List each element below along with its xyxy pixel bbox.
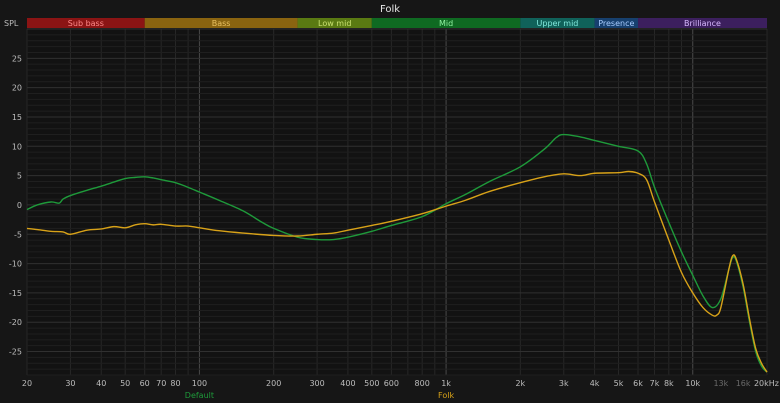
band-label-brilliance: Brilliance (684, 19, 721, 28)
y-tick-label: -20 (9, 318, 22, 327)
x-tick-label: 2k (515, 379, 525, 388)
y-tick-label: -5 (14, 230, 22, 239)
x-tick-label: 16k (736, 379, 751, 388)
chart-title: Folk (380, 4, 400, 15)
y-tick-label: -10 (9, 260, 22, 269)
x-tick-label: 500 (364, 379, 379, 388)
band-label-low-mid: Low mid (318, 19, 351, 28)
y-tick-label: 25 (12, 54, 22, 63)
y-tick-label: 20 (12, 84, 22, 93)
y-tick-label: 5 (17, 172, 22, 181)
x-tick-label: 300 (309, 379, 324, 388)
x-tick-label: 200 (266, 379, 281, 388)
x-tick-label: 5k (614, 379, 624, 388)
x-tick-label: 13k (713, 379, 728, 388)
x-tick-label: 100 (192, 379, 207, 388)
x-tick-label: 3k (559, 379, 569, 388)
x-tick-label: 70 (156, 379, 166, 388)
x-tick-label: 20kHz (754, 379, 779, 388)
legend-item-folk[interactable]: Folk (438, 391, 454, 400)
x-tick-label: 50 (120, 379, 130, 388)
x-tick-label: 60 (140, 379, 150, 388)
x-tick-label: 10k (685, 379, 700, 388)
x-tick-label: 20 (22, 379, 32, 388)
y-tick-label: 15 (12, 113, 22, 122)
x-tick-label: 40 (96, 379, 106, 388)
y-tick-label: 10 (12, 142, 22, 151)
band-label-sub-bass: Sub bass (68, 19, 104, 28)
y-axis-label: SPL (4, 19, 19, 28)
y-tick-label: -25 (9, 348, 22, 357)
frequency-bands: Sub bass Bass Low mid Mid Upper mid Presence B… (27, 18, 767, 28)
band-label-mid: Mid (439, 19, 453, 28)
band-label-upper-mid: Upper mid (537, 19, 579, 28)
x-tick-label: 80 (170, 379, 180, 388)
y-tick-label: 0 (17, 201, 22, 210)
x-tick-label: 800 (415, 379, 430, 388)
x-tick-label: 600 (384, 379, 399, 388)
y-tick-label: -15 (9, 289, 22, 298)
x-tick-label: 7k (650, 379, 660, 388)
x-tick-label: 30 (65, 379, 75, 388)
x-tick-label: 6k (633, 379, 643, 388)
x-tick-label: 1k (441, 379, 451, 388)
x-tick-label: 4k (590, 379, 600, 388)
x-tick-label: 8k (664, 379, 674, 388)
frequency-response-chart: Folk Sub bass Bass Low mid Mid Upper mid Pres… (0, 0, 780, 403)
band-label-presence: Presence (598, 19, 634, 28)
band-label-bass: Bass (212, 19, 231, 28)
plot-area (27, 29, 767, 375)
legend-item-default[interactable]: Default (185, 391, 214, 400)
x-tick-label: 400 (340, 379, 355, 388)
